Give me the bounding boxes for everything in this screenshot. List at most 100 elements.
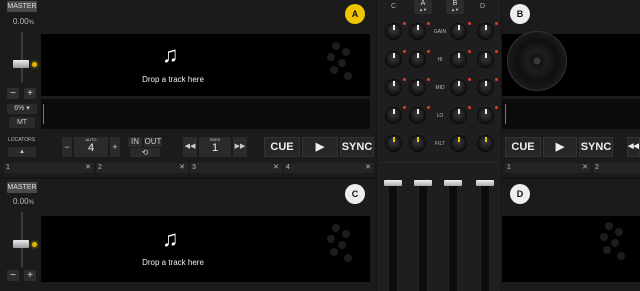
hotcue-2-a[interactable]: 2 ✕ <box>96 163 188 173</box>
hotcue-4-a[interactable]: 4 ✕ <box>284 163 374 173</box>
loop-icon: ⟲ <box>141 148 149 157</box>
mid-knob-b[interactable] <box>450 79 467 96</box>
filter-knob-c[interactable] <box>385 135 402 152</box>
vinyl-platter-b[interactable] <box>507 31 567 91</box>
overview-marker-b <box>505 104 506 124</box>
hi-knob-a[interactable] <box>409 51 426 68</box>
play-button-a[interactable]: ▶ <box>302 137 338 157</box>
channel-fader-c[interactable] <box>388 183 398 291</box>
eq-led <box>468 78 471 81</box>
eq-led <box>403 78 406 81</box>
channel-fader-knob-a[interactable] <box>414 180 432 186</box>
sync-button-a[interactable]: SYNC <box>340 137 374 157</box>
filter-knob-b[interactable] <box>450 135 467 152</box>
lo-knob-c[interactable] <box>385 107 402 124</box>
pitch-indicator-c <box>32 242 37 247</box>
pitch-fader-a[interactable] <box>13 60 29 68</box>
gain-knob-d[interactable] <box>477 23 494 40</box>
hotcue-2-b[interactable]: 2 <box>593 163 640 173</box>
mid-knob-a[interactable] <box>409 79 426 96</box>
mixer-divider <box>380 162 498 163</box>
gain-knob-c[interactable] <box>385 23 402 40</box>
gain-knob-a[interactable] <box>409 23 426 40</box>
gain-knob-b[interactable] <box>450 23 467 40</box>
eq-led <box>468 50 471 53</box>
sync-button-b[interactable]: SYNC <box>579 137 613 157</box>
lo-knob-a[interactable] <box>409 107 426 124</box>
channel-fader-knob-c[interactable] <box>384 180 402 186</box>
cue-button-a[interactable]: CUE <box>264 137 300 157</box>
pitch-value-a: 0.00% <box>13 17 34 26</box>
mid-knob-c[interactable] <box>385 79 402 96</box>
pitch-minus-button-a[interactable]: − <box>7 88 19 99</box>
close-icon[interactable]: ✕ <box>273 163 279 173</box>
music-note-icon-a: ♫ <box>162 42 179 67</box>
channel-fader-b[interactable] <box>448 183 458 291</box>
mixer-channel-a-label[interactable]: A ▲▼ <box>414 0 432 14</box>
eq-led <box>468 106 471 109</box>
waveform-area-a[interactable] <box>41 34 370 96</box>
deck-logo-dots-d <box>595 222 635 267</box>
locators-label-a: LOCATORS <box>8 137 36 143</box>
waveform-area-c[interactable] <box>41 216 370 282</box>
eq-led <box>427 106 430 109</box>
lo-knob-b[interactable] <box>450 107 467 124</box>
locators-button-a[interactable]: ▲ <box>8 147 36 157</box>
lo-knob-d[interactable] <box>477 107 494 124</box>
pitch-plus-button-c[interactable]: + <box>24 270 36 281</box>
seek-forward-button-a[interactable]: ▶▶ <box>233 137 247 157</box>
eq-label-gain: GAIN <box>433 29 447 35</box>
pitch-range-select-a[interactable]: 6% ▾ <box>7 104 37 114</box>
eq-led <box>495 50 498 53</box>
mixer-channel-b-label[interactable]: B ▲▼ <box>446 0 464 14</box>
channel-fader-a[interactable] <box>418 183 428 291</box>
pitch-plus-button-a[interactable]: + <box>24 88 36 99</box>
hotcue-1-a[interactable]: 1 ✕ <box>4 163 94 173</box>
cue-button-b[interactable]: CUE <box>505 137 541 157</box>
master-button-c[interactable]: MASTER <box>7 182 37 193</box>
close-icon[interactable]: ✕ <box>582 163 588 173</box>
loop-toggle-button-a[interactable]: ⟲ <box>130 148 160 157</box>
mid-knob-d[interactable] <box>477 79 494 96</box>
channel-fader-knob-b[interactable] <box>444 180 462 186</box>
filter-knob-a[interactable] <box>409 135 426 152</box>
pitch-indicator-a <box>32 62 37 67</box>
master-button-a[interactable]: MASTER <box>7 1 37 12</box>
channel-fader-knob-d[interactable] <box>476 180 494 186</box>
drop-track-text-a: Drop a track here <box>142 75 204 84</box>
loop-out-button-a[interactable]: OUT <box>144 137 162 147</box>
loop-plus-button-a[interactable]: + <box>110 137 120 157</box>
overview-marker-a <box>43 104 44 124</box>
channel-fader-d[interactable] <box>480 183 490 291</box>
close-icon[interactable]: ✕ <box>365 163 371 173</box>
pitch-minus-button-c[interactable]: − <box>7 270 19 281</box>
loop-size-a[interactable]: AUTO 4 <box>74 137 108 157</box>
loop-minus-button-a[interactable]: − <box>62 137 72 157</box>
seek-back-button-b[interactable]: ◀◀ <box>627 137 640 157</box>
eq-label-lo: LO <box>436 113 444 119</box>
pitch-fader-track-a <box>21 32 23 82</box>
hi-knob-d[interactable] <box>477 51 494 68</box>
overview-waveform-a[interactable] <box>41 99 370 129</box>
overview-waveform-b[interactable] <box>502 99 640 129</box>
master-tempo-button-a[interactable]: MT <box>9 117 35 128</box>
hotcue-1-b[interactable]: 1 ✕ <box>505 163 591 173</box>
filter-knob-d[interactable] <box>477 135 494 152</box>
seek-back-button-a[interactable]: ◀◀ <box>183 137 197 157</box>
seek-size-a[interactable]: SEEK 1 <box>199 137 231 157</box>
play-button-b[interactable]: ▶ <box>543 137 577 157</box>
pitch-value-c: 0.00% <box>13 197 34 206</box>
loop-in-button-a[interactable]: IN <box>128 137 142 147</box>
close-icon[interactable]: ✕ <box>85 163 91 173</box>
pitch-fader-c[interactable] <box>13 240 29 248</box>
deck-logo-dots-a <box>322 42 362 87</box>
eq-led <box>427 78 430 81</box>
drop-track-text-c: Drop a track here <box>142 258 204 267</box>
hi-knob-b[interactable] <box>450 51 467 68</box>
hotcue-3-a[interactable]: 3 ✕ <box>190 163 282 173</box>
loop-size-value: 4 <box>87 142 95 154</box>
hi-knob-c[interactable] <box>385 51 402 68</box>
clip-led <box>495 22 498 25</box>
eq-label-hi: HI <box>437 57 443 63</box>
close-icon[interactable]: ✕ <box>179 163 185 173</box>
